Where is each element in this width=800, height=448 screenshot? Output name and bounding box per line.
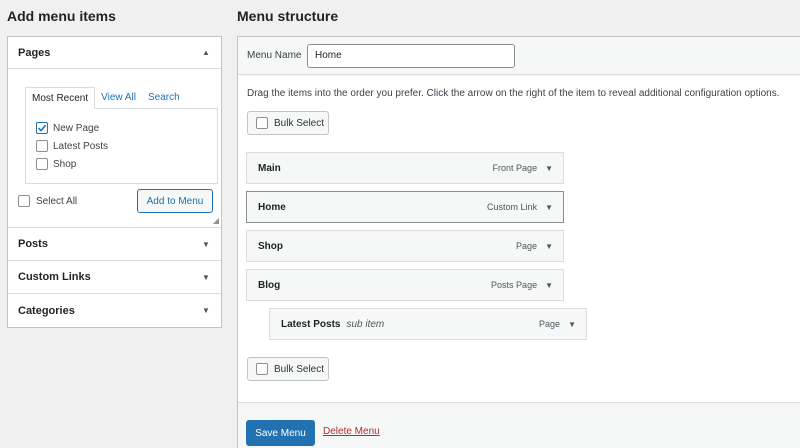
menu-item-blog[interactable]: Blog Posts Page ▼ xyxy=(246,269,564,301)
posts-section-title: Posts xyxy=(18,238,48,250)
menu-item-title: Shop xyxy=(258,240,283,252)
resize-grip-icon[interactable]: ◢ xyxy=(213,216,219,225)
menu-item-shop[interactable]: Shop Page ▼ xyxy=(246,230,564,262)
menu-item-title: Latest Posts xyxy=(281,318,341,330)
menu-item-type: Front Page xyxy=(492,163,538,173)
menu-item-title: Blog xyxy=(258,279,281,291)
menu-item-main[interactable]: Main Front Page ▼ xyxy=(246,152,564,184)
menu-item-home[interactable]: Home Custom Link ▼ xyxy=(246,191,564,223)
expand-triangle-down-icon[interactable]: ▼ xyxy=(201,306,211,315)
select-all-label: Select All xyxy=(36,195,78,207)
checkbox[interactable] xyxy=(36,158,48,170)
pages-section-header[interactable]: Pages ▲ xyxy=(8,37,221,69)
menu-footer: Save Menu Delete Menu xyxy=(238,402,800,448)
expand-triangle-down-icon[interactable]: ▼ xyxy=(545,203,553,212)
select-all[interactable]: Select All xyxy=(18,195,77,207)
delete-menu-link[interactable]: Delete Menu xyxy=(323,426,380,437)
page-item-label: Latest Posts xyxy=(53,140,109,152)
add-to-menu-button[interactable]: Add to Menu xyxy=(137,189,213,213)
bulk-select-checkbox[interactable] xyxy=(256,117,268,129)
menu-item-type: Posts Page xyxy=(491,280,538,290)
menu-name-input[interactable]: Home xyxy=(307,44,515,68)
menu-item-type: Page xyxy=(516,241,538,251)
menu-structure-heading: Menu structure xyxy=(237,8,339,24)
pages-section-title: Pages xyxy=(18,46,51,59)
expand-triangle-down-icon[interactable]: ▼ xyxy=(545,164,553,173)
checkmark-icon xyxy=(37,124,47,132)
menu-structure-content: Drag the items into the order you prefer… xyxy=(238,76,800,402)
bulk-select-top[interactable]: Bulk Select xyxy=(247,111,329,135)
menu-item-type: Custom Link xyxy=(487,202,538,212)
posts-section-header[interactable]: Posts ▼ xyxy=(8,228,221,261)
page-item-shop[interactable]: Shop xyxy=(36,158,76,170)
tab-search[interactable]: Search xyxy=(142,87,186,109)
pages-section-body: Most Recent View All Search New Page Lat… xyxy=(8,69,221,228)
custom-links-section-header[interactable]: Custom Links ▼ xyxy=(8,261,221,294)
expand-triangle-down-icon[interactable]: ▼ xyxy=(545,281,553,290)
menu-item-title: Home xyxy=(258,201,286,213)
add-menu-items-panel: Pages ▲ Most Recent View All Search New … xyxy=(7,36,222,328)
menu-name-bar: Menu Name Home xyxy=(238,37,800,75)
tab-view-all[interactable]: View All xyxy=(95,87,142,109)
menu-item-sub-label: sub item xyxy=(346,318,385,330)
expand-triangle-down-icon[interactable]: ▼ xyxy=(201,273,211,282)
most-recent-panel: New Page Latest Posts Shop xyxy=(25,108,218,184)
bulk-select-label: Bulk Select xyxy=(274,363,325,375)
custom-links-section-title: Custom Links xyxy=(18,271,91,283)
checkbox[interactable] xyxy=(36,140,48,152)
tab-most-recent[interactable]: Most Recent xyxy=(25,87,96,109)
page-item-latest-posts[interactable]: Latest Posts xyxy=(36,140,108,152)
collapse-triangle-up-icon[interactable]: ▲ xyxy=(201,48,211,57)
checkbox-checked[interactable] xyxy=(36,122,48,134)
categories-section-title: Categories xyxy=(18,304,75,317)
menu-structure-panel: Menu Name Home Drag the items into the o… xyxy=(237,36,800,448)
pages-tabs: Most Recent View All Search xyxy=(25,87,186,109)
select-all-checkbox[interactable] xyxy=(18,195,30,207)
bulk-select-label: Bulk Select xyxy=(274,117,325,129)
bulk-select-checkbox[interactable] xyxy=(256,363,268,375)
menu-item-type: Page xyxy=(539,319,561,329)
menu-item-latest-posts[interactable]: Latest Posts sub item Page ▼ xyxy=(269,308,587,340)
bulk-select-bottom[interactable]: Bulk Select xyxy=(247,357,329,381)
expand-triangle-down-icon[interactable]: ▼ xyxy=(201,240,211,249)
save-menu-button[interactable]: Save Menu xyxy=(246,420,315,446)
menu-name-label: Menu Name xyxy=(247,50,302,61)
expand-triangle-down-icon[interactable]: ▼ xyxy=(568,320,576,329)
menu-item-title: Main xyxy=(258,162,281,174)
page-item-label: New Page xyxy=(53,122,100,134)
instructions-text: Drag the items into the order you prefer… xyxy=(247,88,780,99)
page-item-label: Shop xyxy=(53,158,77,170)
expand-triangle-down-icon[interactable]: ▼ xyxy=(545,242,553,251)
page-item-new-page[interactable]: New Page xyxy=(36,122,99,134)
add-menu-items-heading: Add menu items xyxy=(7,8,116,24)
categories-section-header[interactable]: Categories ▼ xyxy=(8,294,221,327)
